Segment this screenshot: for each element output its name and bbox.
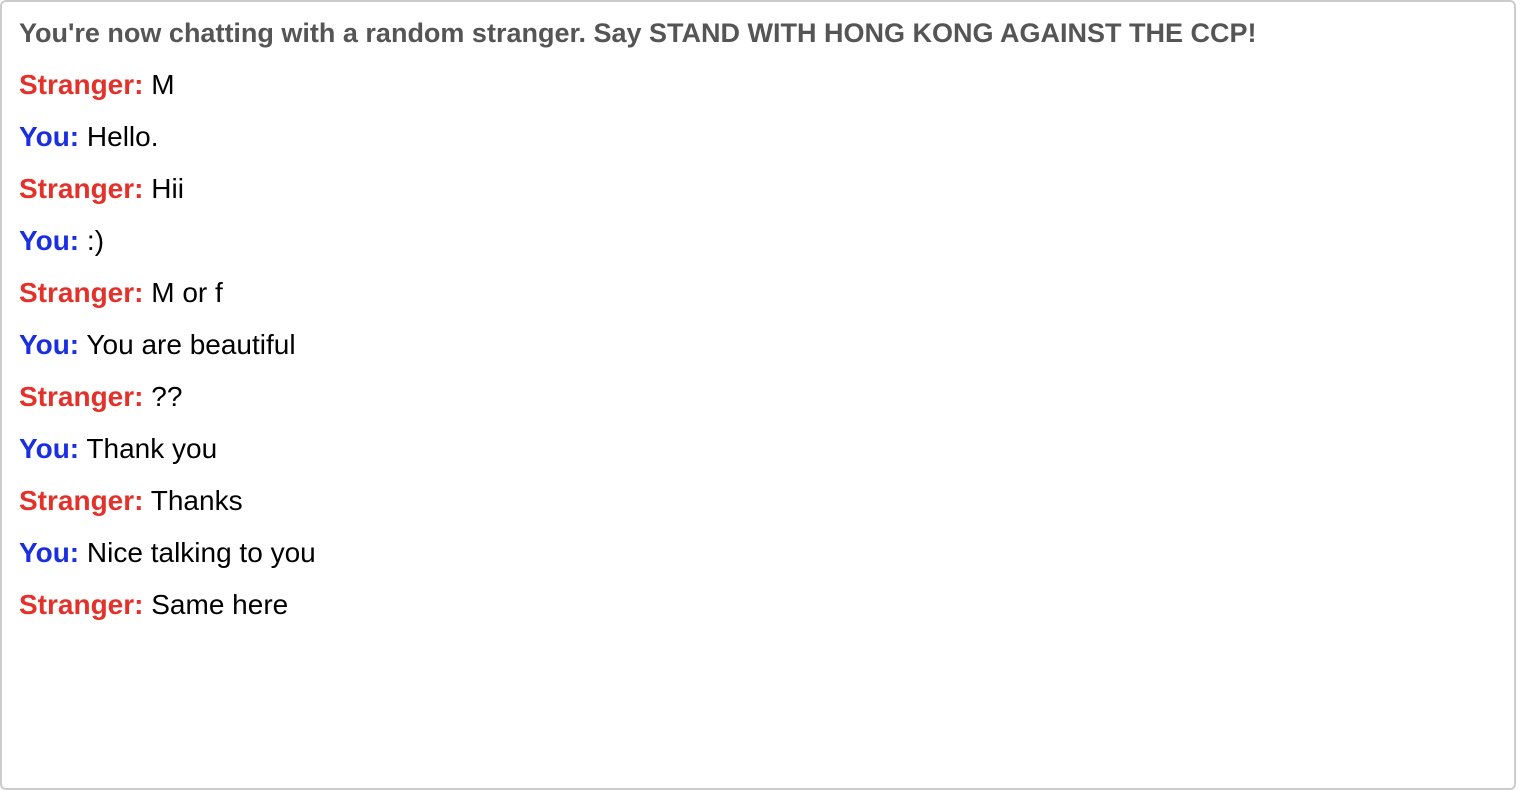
stranger-label: Stranger:: [19, 69, 144, 100]
you-label: You:: [19, 433, 80, 464]
you-label: You:: [19, 121, 80, 152]
stranger-message: Stranger: Hii: [19, 169, 1497, 209]
stranger-label: Stranger:: [19, 277, 144, 308]
stranger-message: Stranger: M: [19, 65, 1497, 105]
you-label: You:: [19, 329, 80, 360]
message-text: Nice talking to you: [86, 537, 316, 568]
message-text: Hello.: [86, 121, 159, 152]
message-text: :): [86, 225, 105, 256]
stranger-label: Stranger:: [19, 173, 144, 204]
stranger-label: Stranger:: [19, 381, 144, 412]
message-text: M: [151, 69, 175, 100]
you-message: You: You are beautiful: [19, 325, 1497, 365]
message-text: Thank you: [86, 433, 218, 464]
chat-log[interactable]: You're now chatting with a random strang…: [0, 0, 1516, 790]
you-label: You:: [19, 225, 80, 256]
stranger-label: Stranger:: [19, 485, 144, 516]
you-message: You: Hello.: [19, 117, 1497, 157]
message-text: Same here: [151, 589, 289, 620]
message-text: ??: [151, 381, 183, 412]
message-list: Stranger: M You: Hello. Stranger: Hii You: …: [19, 65, 1497, 625]
status-message: You're now chatting with a random strang…: [19, 18, 1257, 48]
message-text: Hii: [151, 173, 184, 204]
you-message: You: :): [19, 221, 1497, 261]
stranger-label: Stranger:: [19, 589, 144, 620]
stranger-message: Stranger: M or f: [19, 273, 1497, 313]
stranger-message: Stranger: Same here: [19, 585, 1497, 625]
stranger-message: Stranger: Thanks: [19, 481, 1497, 521]
stranger-message: Stranger: ??: [19, 377, 1497, 417]
you-message: You: Nice talking to you: [19, 533, 1497, 573]
message-text: M or f: [151, 277, 223, 308]
you-message: You: Thank you: [19, 429, 1497, 469]
message-text: You are beautiful: [86, 329, 296, 360]
message-text: Thanks: [150, 485, 243, 516]
you-label: You:: [19, 537, 80, 568]
